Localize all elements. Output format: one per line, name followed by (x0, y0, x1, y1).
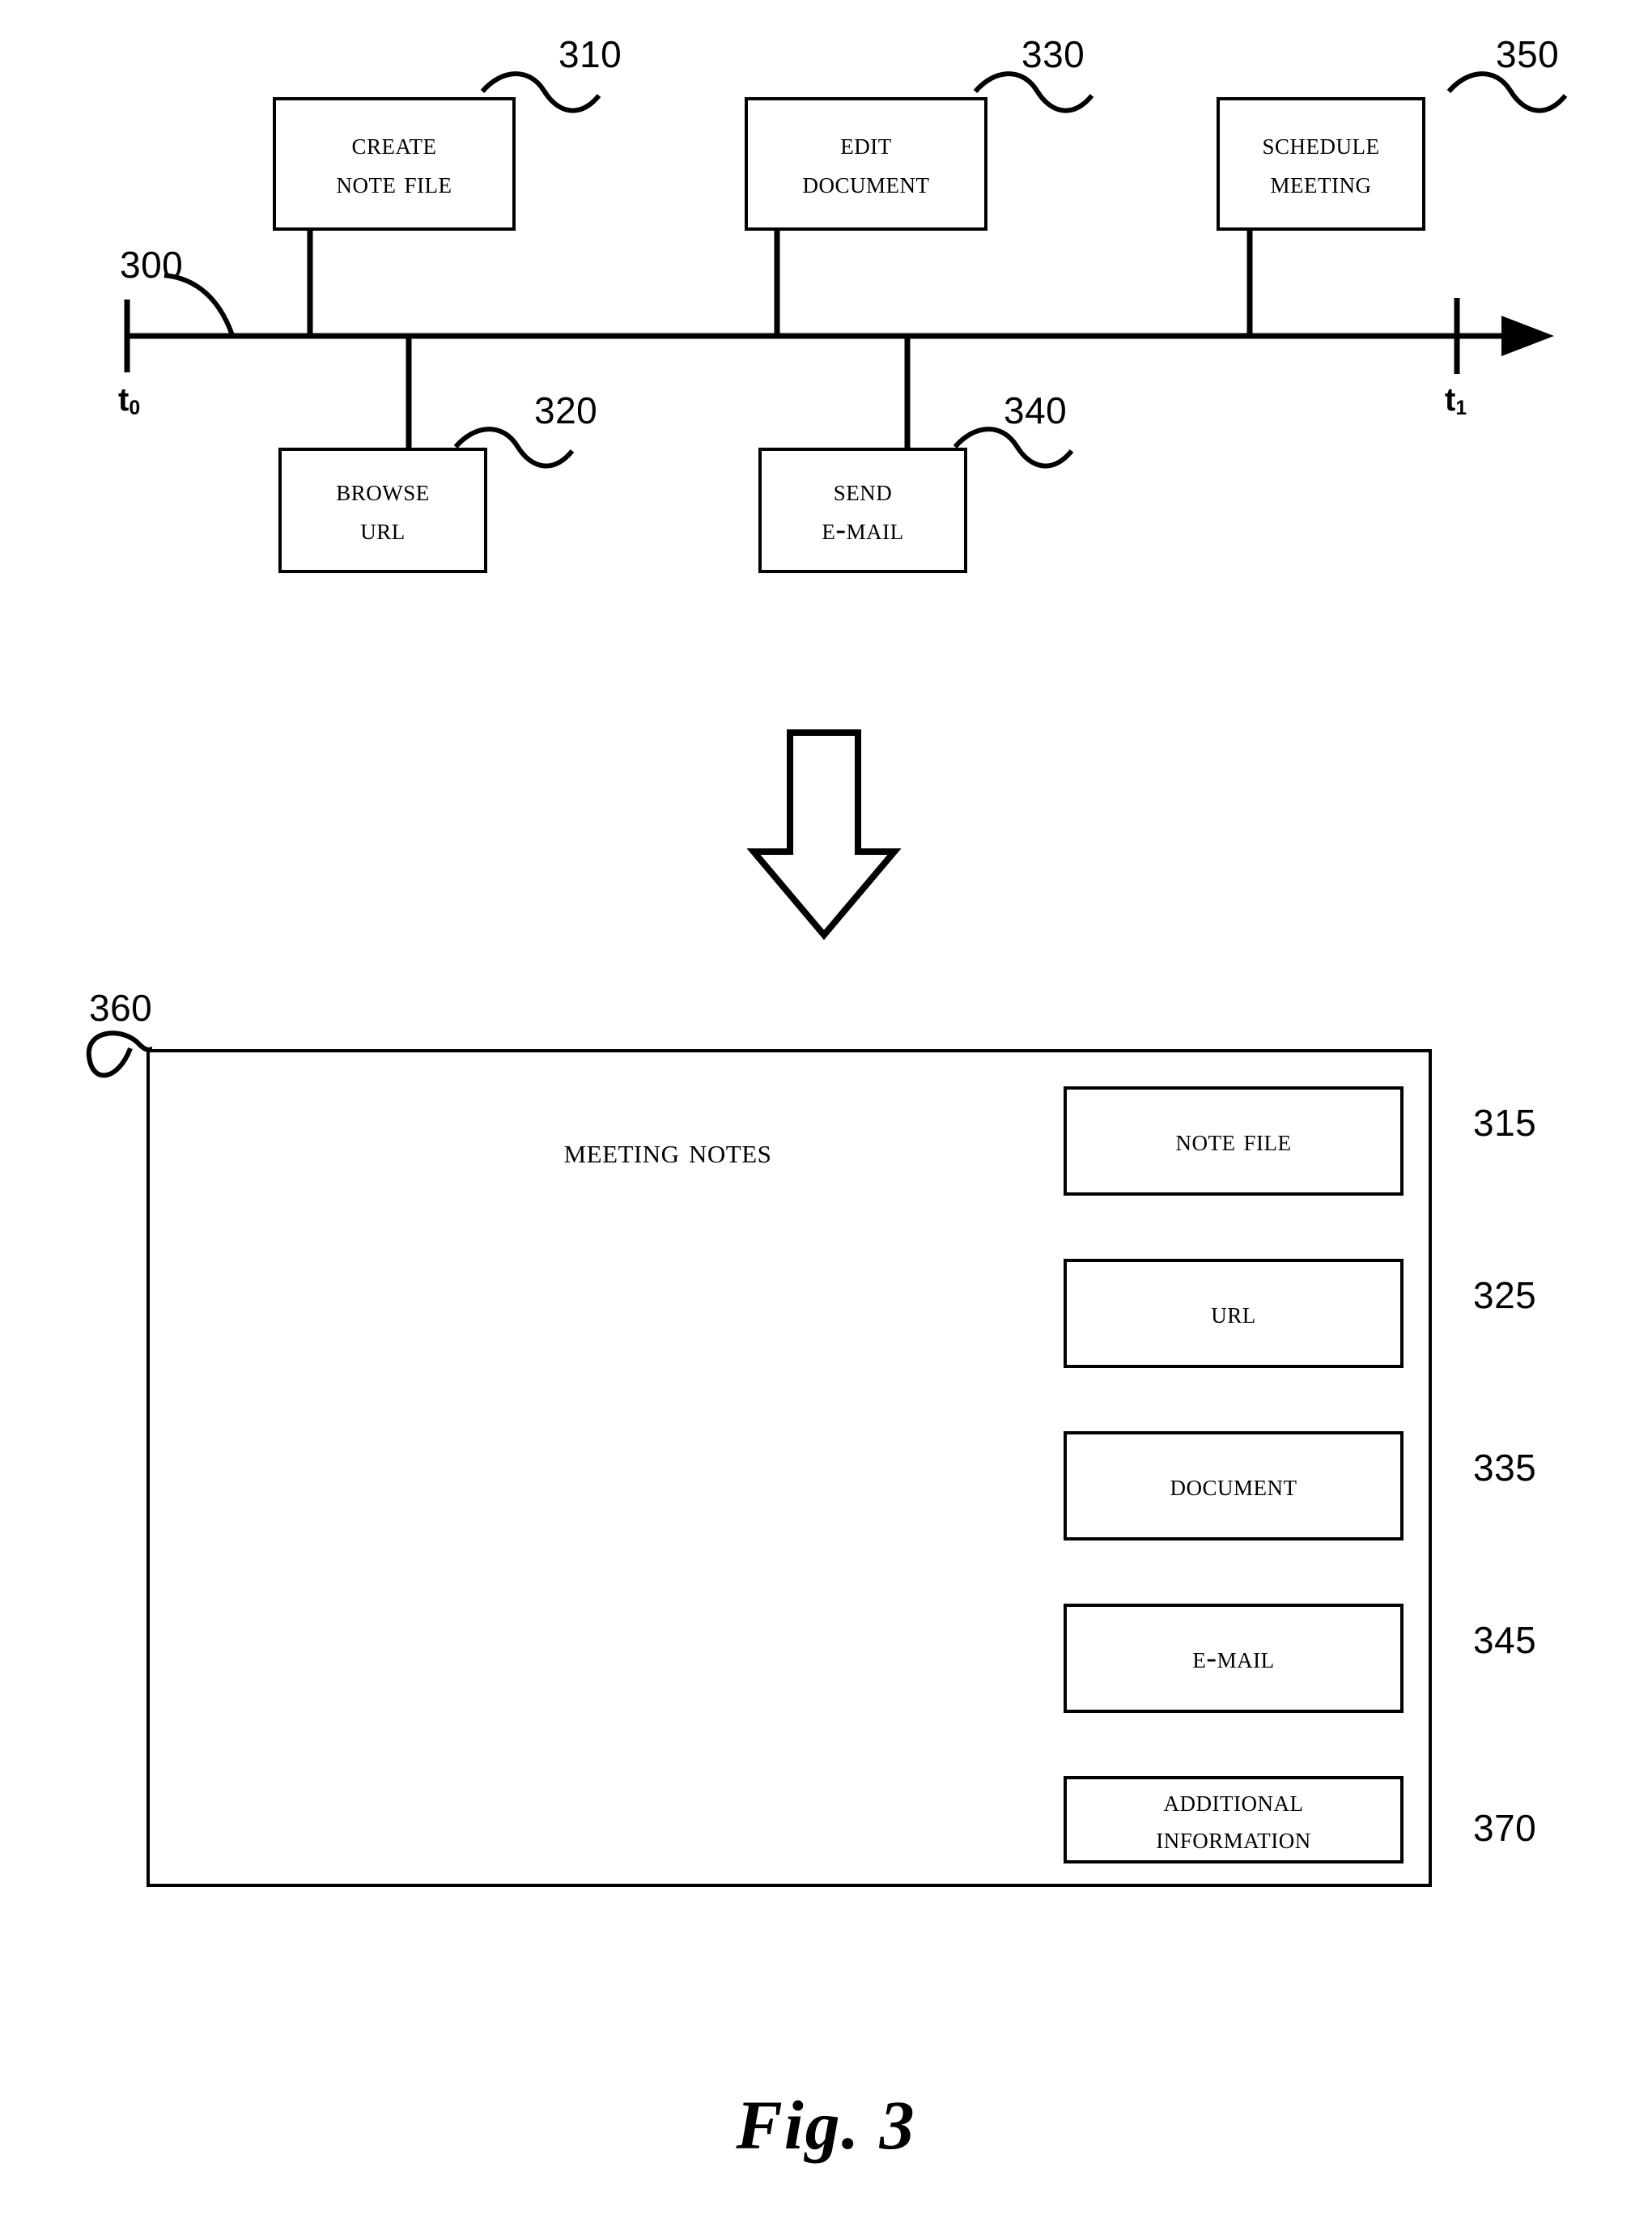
ref-number-320: 320 (534, 389, 598, 431)
event-connectors-above (307, 229, 1253, 336)
event-box-line2: Meeting (1270, 165, 1372, 200)
button-label: E-mail (1192, 1641, 1275, 1676)
event-box-edit-document[interactable]: Edit Document (745, 97, 987, 231)
event-box-line1: Browse (336, 473, 430, 508)
down-arrow-icon (746, 729, 902, 941)
button-label: Document (1170, 1468, 1297, 1503)
page-title: Meeting Notes (563, 1131, 772, 1171)
leader-360 (86, 1031, 153, 1078)
button-label: URL (1211, 1296, 1256, 1331)
leader-350 (1446, 71, 1568, 113)
ref-number-310: 310 (558, 33, 622, 75)
leader-330 (973, 71, 1094, 113)
button-email[interactable]: E-mail (1064, 1604, 1404, 1713)
axis-label-t0: t0 (118, 382, 141, 420)
timeline-axis (124, 298, 1554, 374)
event-box-line1: Edit (840, 126, 892, 161)
button-label-line2: Information (1156, 1821, 1311, 1855)
button-note-file[interactable]: Note File (1064, 1086, 1404, 1196)
ref-number-325: 325 (1473, 1274, 1537, 1316)
event-box-line2: URL (360, 512, 406, 546)
ref-number-345: 345 (1473, 1619, 1537, 1661)
ref-number-360: 360 (89, 987, 153, 1029)
event-box-line1: Create (351, 126, 437, 161)
meeting-notes-window: Meeting Notes Note File URL Document E-m… (147, 1049, 1432, 1887)
ref-number-370: 370 (1473, 1807, 1537, 1849)
button-label: Note File (1175, 1124, 1292, 1158)
axis-label-t1: t1 (1445, 382, 1467, 420)
event-box-line2: Note File (336, 165, 452, 200)
ref-number-315: 315 (1473, 1102, 1537, 1144)
event-box-browse-url[interactable]: Browse URL (278, 448, 487, 573)
button-url[interactable]: URL (1064, 1259, 1404, 1368)
ref-number-340: 340 (1004, 389, 1068, 431)
ref-number-330: 330 (1021, 33, 1085, 75)
event-box-line1: Send (833, 473, 893, 508)
event-box-schedule-meeting[interactable]: Schedule Meeting (1217, 97, 1425, 231)
event-box-line2: Document (802, 165, 930, 200)
button-document[interactable]: Document (1064, 1431, 1404, 1540)
button-additional-information[interactable]: Additional Information (1064, 1776, 1404, 1863)
event-box-line2: E-mail (822, 512, 904, 546)
leader-340 (953, 427, 1074, 469)
event-box-create-note-file[interactable]: Create Note File (273, 97, 516, 231)
ref-number-335: 335 (1473, 1447, 1537, 1489)
event-box-line1: Schedule (1262, 126, 1380, 161)
button-label-line1: Additional (1163, 1783, 1304, 1818)
event-box-send-email[interactable]: Send E-mail (758, 448, 967, 573)
ref-number-300: 300 (120, 244, 184, 286)
figure-caption: Fig. 3 (736, 2086, 916, 2164)
patent-figure-3: 300 t0 t1 Create Note File 310 Edit Docu… (0, 0, 1652, 2214)
ref-number-350: 350 (1496, 33, 1560, 75)
